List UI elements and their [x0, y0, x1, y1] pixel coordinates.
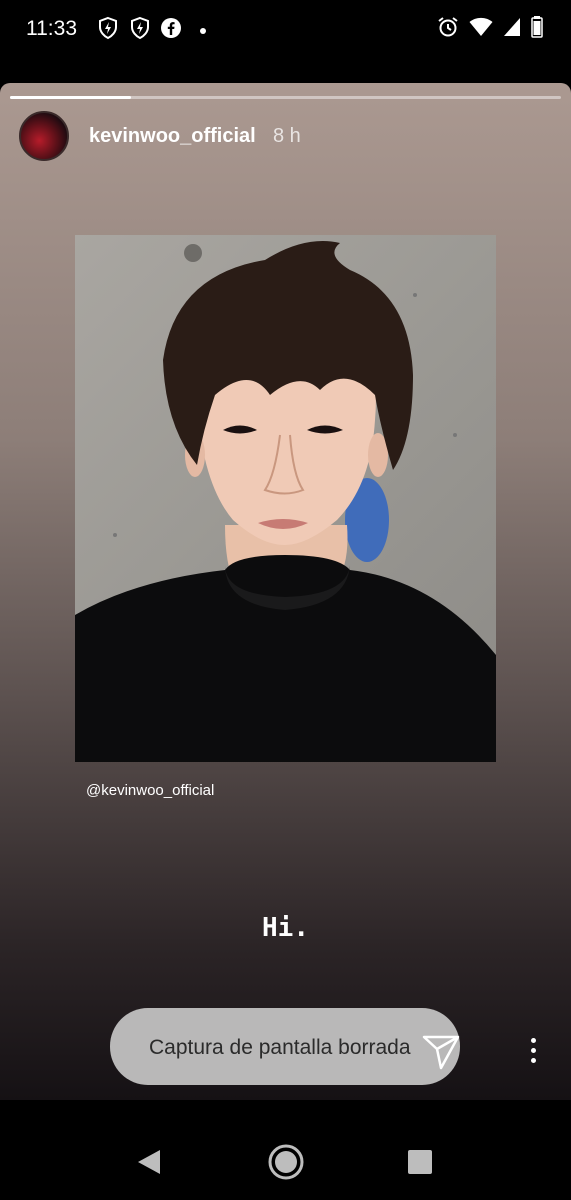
story-timestamp: 8 h: [273, 125, 301, 147]
alarm-icon: [437, 16, 459, 43]
back-icon[interactable]: [136, 1149, 162, 1180]
story-viewer[interactable]: kevinwoo_official 8 h @kevinwoo_official…: [0, 83, 571, 1100]
status-bar: 11:33: [0, 0, 571, 60]
reply-field-text: Captura de pantalla borrada: [149, 1036, 411, 1059]
navigation-bar: [0, 1100, 571, 1200]
avatar[interactable]: [19, 111, 69, 161]
home-icon[interactable]: [267, 1143, 305, 1186]
story-username[interactable]: kevinwoo_official: [89, 125, 256, 148]
notification-dot-icon: [200, 27, 206, 34]
facebook-icon: [160, 17, 182, 44]
recents-icon[interactable]: [408, 1150, 432, 1179]
signal-icon: [503, 17, 521, 42]
more-options-icon[interactable]: [523, 1038, 543, 1078]
clock: 11:33: [26, 17, 77, 40]
shield-bolt-icon: [96, 16, 120, 45]
send-icon[interactable]: [422, 1034, 460, 1075]
story-caption: Hi.: [262, 913, 309, 943]
shield-bolt-icon: [128, 16, 152, 45]
battery-icon: [531, 16, 543, 43]
wifi-icon: [469, 17, 493, 42]
mention-sticker[interactable]: @kevinwoo_official: [86, 782, 214, 799]
story-progress-bar: [10, 96, 561, 99]
story-photo: [75, 235, 496, 762]
reply-field[interactable]: Captura de pantalla borrada: [110, 1008, 460, 1085]
story-progress-fill: [10, 96, 132, 99]
